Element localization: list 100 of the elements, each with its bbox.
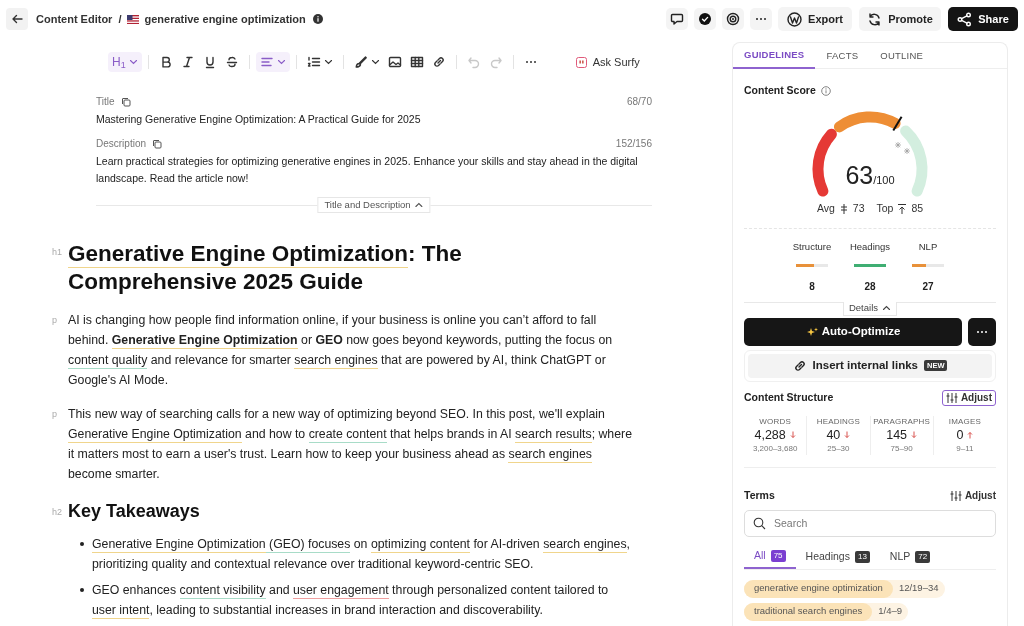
block-type-label: p [52, 315, 57, 325]
flag-icon [127, 14, 140, 24]
caret-icon [276, 59, 286, 65]
search-field[interactable]: Search [744, 509, 996, 537]
terms-tab[interactable]: Headings 13 [795, 544, 880, 569]
stat-label: PARAGRAPHS [873, 415, 931, 428]
more-button[interactable] [968, 317, 996, 346]
count-badge: 72 [915, 550, 931, 563]
term-label: generative engine optimization [744, 579, 893, 598]
block-type-label: p [52, 409, 57, 419]
metric-label: NLP [918, 239, 938, 254]
top-icon [897, 202, 908, 215]
term-usage: 1/4–9 [877, 604, 904, 619]
metric-value: 27 [922, 279, 934, 294]
stat-value: 4,288 [754, 427, 786, 443]
check-button[interactable] [694, 8, 716, 30]
sliders-icon [949, 489, 962, 502]
score-max: /100 [873, 173, 895, 188]
metric-label: Structure [792, 239, 832, 254]
link-icon [431, 55, 446, 69]
terms-tab[interactable]: All 75 [744, 544, 796, 569]
stat-label: WORDS [759, 415, 791, 428]
promote-button[interactable]: Promote [859, 7, 941, 31]
align-icon [259, 55, 274, 69]
stat-range: 9–11 [956, 442, 974, 455]
panel-tab[interactable]: FACTS [815, 43, 870, 69]
share-button[interactable]: Share [948, 7, 1018, 31]
image-icon [387, 55, 402, 69]
list-item-text: GEO enhances content visibility and user engagement through personalized content tailored to user intent, leading to substantial increases in brand interaction and discoverability. [92, 582, 610, 620]
check-circle-icon [698, 12, 712, 26]
title-text: Mastering Generative Engine Optimization: A Practical Guide for 2025 [96, 112, 422, 127]
search-icon [753, 516, 766, 530]
surfy-icon [575, 56, 587, 68]
copy-button[interactable] [152, 138, 163, 149]
back-button[interactable] [6, 8, 28, 30]
ask-surfy-button[interactable]: Ask Surfy [575, 53, 640, 71]
metric-value: 28 [864, 279, 876, 294]
caret-up-icon [882, 305, 891, 312]
stat-range: 75–90 [890, 442, 913, 455]
section-title: Terms [744, 487, 775, 503]
description-label: Description [96, 137, 147, 151]
stat-value: 0 [956, 427, 964, 443]
bullet-icon [80, 542, 84, 546]
table-icon [409, 55, 424, 69]
heading-dropdown[interactable]: H$_{1}$ [108, 52, 142, 72]
description-text: Learn practical strategies for optimizing generative engines in 2025. Enhance your skills and stay ahead in the digital landscape. Read the article now! [96, 154, 639, 186]
section-title: Content Score [744, 83, 816, 98]
panel-tab[interactable]: GUIDELINES [733, 43, 816, 69]
auto-optimize-button[interactable]: Auto-Optimize [744, 317, 962, 346]
metric-value: 8 [809, 279, 815, 294]
terms-tab[interactable]: NLP 72 [879, 544, 941, 569]
italic-icon [180, 55, 195, 69]
copy-button[interactable] [120, 96, 131, 107]
caret-icon [128, 59, 138, 65]
copy-icon [152, 138, 163, 149]
average-label: Avg [816, 200, 835, 216]
stat-range: 25–30 [827, 442, 850, 455]
panel-tab[interactable]: OUTLINE [869, 43, 935, 69]
breadcrumb-separator: / [118, 11, 122, 27]
caret-up-icon [414, 202, 424, 208]
strikethrough-icon [224, 55, 239, 69]
score-value: 63 [845, 159, 874, 191]
term-chip[interactable]: traditional search engines 1/4–9 [744, 602, 909, 621]
article-paragraph: This new way of searching calls for a new way of optimizing beyond SEO. In this post, we'll explain Generative Engine Optimization and how to create content that helps brands in AI search results; where it matters most to earn a user's trust. Learn how to keep your business ahead as search engines become smarter. [68, 406, 633, 483]
count-badge: 75 [770, 549, 786, 562]
comment-button[interactable] [666, 8, 688, 30]
bullet-icon [80, 588, 84, 592]
details-toggle[interactable]: Details [843, 301, 897, 316]
adjust-button[interactable]: Adjust [949, 488, 996, 504]
info-icon [820, 85, 831, 96]
title-description-toggle[interactable]: Title and Description [317, 197, 431, 213]
align-button[interactable] [255, 52, 290, 72]
stat-label: IMAGES [948, 415, 982, 428]
stat-value: 145 [886, 427, 908, 443]
article-paragraph: AI is changing how people find information online, if your business is online you can’t afford to fall behind. Generative Engine Optimization or GEO now goes beyond keywords, putting the focus on content quality and relevance for smarter search engines that are powered by AI, think ChatGPT or Google's AI Mode. [68, 312, 614, 389]
brush-icon [353, 55, 368, 69]
undo-icon [466, 55, 481, 69]
adjust-button[interactable]: Adjust [941, 389, 996, 406]
average-value: 73 [852, 200, 865, 216]
target-button[interactable] [722, 8, 744, 30]
stat-range: 3,200–3,680 [752, 442, 798, 455]
count-badge: 13 [854, 550, 870, 563]
section-heading: Key Takeaways [68, 500, 200, 523]
wordpress-icon [787, 11, 803, 27]
block-type-label: h2 [52, 507, 62, 517]
breadcrumb-link[interactable]: Content Editor [36, 10, 113, 28]
term-chip[interactable]: generative engine optimization 12/19–34 [744, 579, 945, 598]
more-icon [976, 329, 988, 334]
caret-icon [323, 59, 333, 65]
character-count: 152/156 [615, 137, 652, 151]
article-heading: Generative Engine Optimization: The Comprehensive 2025 Guide [68, 240, 463, 296]
info-icon [312, 14, 323, 24]
sliders-icon [945, 391, 958, 404]
character-count: 68/70 [626, 95, 652, 109]
top-value: 85 [911, 200, 924, 216]
average-icon [838, 202, 849, 215]
document-name: generative engine optimization [144, 11, 306, 27]
export-button[interactable]: Export [778, 7, 852, 31]
more-button[interactable] [750, 8, 772, 30]
metric-label: Headings [849, 239, 891, 254]
